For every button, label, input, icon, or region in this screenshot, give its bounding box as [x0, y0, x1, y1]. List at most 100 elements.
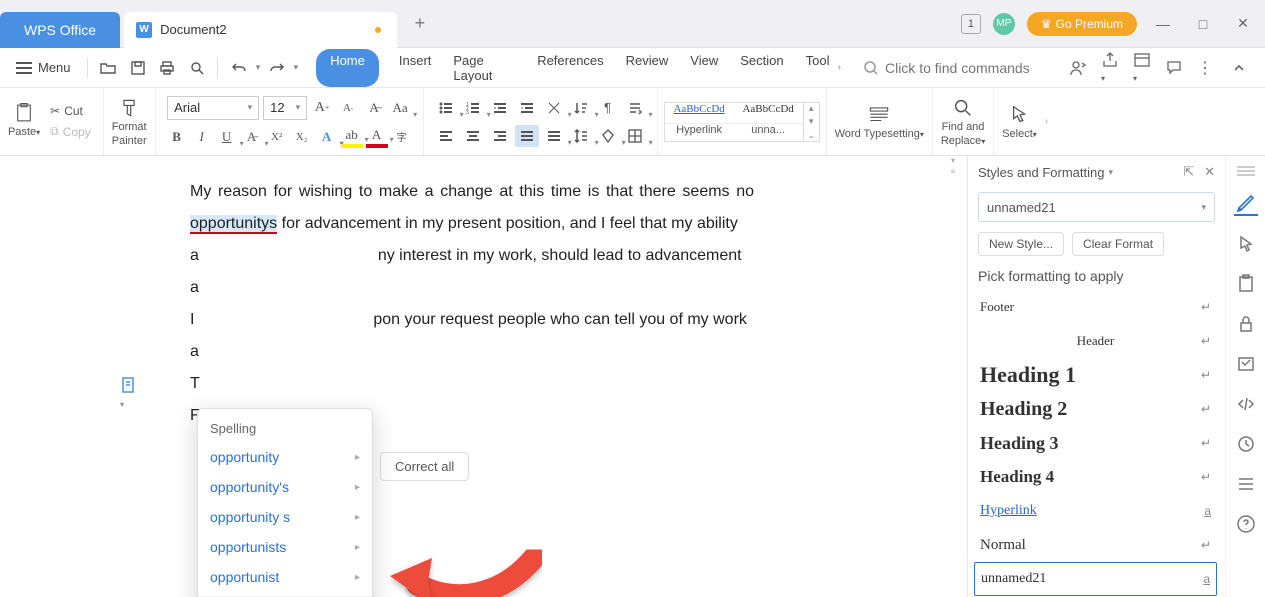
- tab-tools[interactable]: Tools: [804, 49, 830, 87]
- distribute-button[interactable]: [542, 125, 566, 147]
- tab-scroll-right[interactable]: ›: [834, 62, 845, 73]
- shading-button[interactable]: [596, 125, 620, 147]
- style-row-header[interactable]: Header↵: [974, 324, 1217, 358]
- bullets-button[interactable]: [434, 97, 458, 119]
- tab-home[interactable]: Home: [316, 49, 379, 87]
- style-row-heading4[interactable]: Heading 4↵: [974, 460, 1217, 494]
- maximize-button[interactable]: □: [1189, 10, 1217, 38]
- tab-section[interactable]: Section: [738, 49, 785, 87]
- more-icon[interactable]: ⋮: [1197, 58, 1213, 78]
- ribbon-scroll-right[interactable]: ›: [1045, 88, 1055, 155]
- tab-insert[interactable]: Insert: [397, 49, 434, 87]
- notification-badge[interactable]: 1: [961, 14, 981, 34]
- current-style-select[interactable]: unnamed21▾: [978, 192, 1215, 222]
- subscript-button[interactable]: X₂: [291, 126, 313, 148]
- rail-select-icon[interactable]: [1234, 232, 1258, 256]
- avatar[interactable]: MP: [993, 13, 1015, 35]
- style-row-heading3[interactable]: Heading 3↵: [974, 426, 1217, 460]
- suggestion-opportunist[interactable]: opportunist▸: [198, 562, 372, 592]
- paragraph-mark-button[interactable]: ¶: [596, 97, 620, 119]
- print-icon[interactable]: [154, 55, 179, 81]
- rail-styles-icon[interactable]: [1234, 192, 1258, 216]
- style-gallery[interactable]: AaBbCcDdAaBbCcDd Hyperlinkunna...: [664, 102, 804, 142]
- rail-history-icon[interactable]: [1234, 432, 1258, 456]
- command-search-input[interactable]: [885, 60, 1065, 76]
- rail-clipboard-icon[interactable]: [1234, 272, 1258, 296]
- rail-grip[interactable]: [1237, 166, 1255, 176]
- select-button[interactable]: Select▾: [1002, 104, 1037, 140]
- style-row-footer[interactable]: Footer↵: [974, 290, 1217, 324]
- undo-icon[interactable]: [226, 55, 251, 81]
- undo-dropdown[interactable]: ▾: [256, 62, 261, 73]
- tab-page-layout[interactable]: Page Layout: [451, 49, 517, 87]
- highlight-button[interactable]: ab: [341, 126, 363, 148]
- tab-review[interactable]: Review: [624, 49, 671, 87]
- decrease-indent-button[interactable]: [488, 97, 512, 119]
- word-typesetting-button[interactable]: Word Typesetting▾: [835, 104, 924, 140]
- correct-all-button[interactable]: Correct all: [380, 452, 469, 481]
- minimize-button[interactable]: —: [1149, 10, 1177, 38]
- document-tab[interactable]: W Document2: [124, 12, 396, 48]
- rail-code-icon[interactable]: [1234, 392, 1258, 416]
- sort-button[interactable]: [569, 97, 593, 119]
- style-row-unnamed21[interactable]: unnamed21a: [974, 562, 1217, 596]
- font-family-select[interactable]: Arial▾: [167, 96, 259, 120]
- bold-button[interactable]: B: [166, 126, 188, 148]
- style-gallery-scroll[interactable]: ▴▾⌄: [804, 102, 820, 142]
- document-page[interactable]: My reason for wishing to make a change a…: [72, 156, 872, 472]
- align-justify-button[interactable]: [515, 125, 539, 147]
- export-icon[interactable]: ▾: [1101, 51, 1119, 84]
- format-painter-button[interactable]: Format Painter: [112, 97, 147, 147]
- style-row-heading2[interactable]: Heading 2↵: [974, 392, 1217, 426]
- tab-references[interactable]: References: [535, 49, 605, 87]
- superscript-button[interactable]: X²: [266, 126, 288, 148]
- save-icon[interactable]: [125, 55, 150, 81]
- borders-button[interactable]: [623, 125, 647, 147]
- panel-title[interactable]: Styles and Formatting▾: [978, 165, 1113, 180]
- misspelled-word[interactable]: opportunitys: [190, 215, 277, 234]
- open-icon[interactable]: [96, 55, 121, 81]
- qat-customize[interactable]: ▾: [294, 62, 299, 73]
- numbering-button[interactable]: 123: [461, 97, 485, 119]
- text-effects-button[interactable]: A: [316, 126, 338, 148]
- phonetic-button[interactable]: 字: [391, 126, 413, 148]
- style-row-hyperlink[interactable]: Hyperlinka: [974, 494, 1217, 528]
- new-tab-button[interactable]: +: [407, 9, 434, 38]
- close-panel-icon[interactable]: ✕: [1204, 164, 1215, 180]
- copy-button[interactable]: ⧉Copy: [46, 122, 95, 141]
- clear-format-button[interactable]: Clear Format: [1072, 232, 1164, 256]
- align-left-button[interactable]: [434, 125, 458, 147]
- brand-tab[interactable]: WPS Office: [0, 12, 120, 48]
- suggestion-opportunitys-apos[interactable]: opportunity's▸: [198, 472, 372, 502]
- menu-button[interactable]: Menu: [8, 56, 79, 79]
- line-spacing-button[interactable]: [569, 125, 593, 147]
- user-share-icon[interactable]: [1069, 59, 1087, 77]
- style-row-heading1[interactable]: Heading 1↵: [974, 358, 1217, 392]
- shrink-font-icon[interactable]: A-: [337, 97, 359, 119]
- align-center-button[interactable]: [461, 125, 485, 147]
- find-replace-button[interactable]: Find and Replace▾: [941, 97, 985, 147]
- suggestion-opportunity[interactable]: opportunity▸: [198, 442, 372, 472]
- rail-lock-icon[interactable]: [1234, 312, 1258, 336]
- comment-icon[interactable]: [1165, 59, 1183, 77]
- asian-layout-button[interactable]: [542, 97, 566, 119]
- style-row-normal[interactable]: Normal↵: [974, 528, 1217, 562]
- close-button[interactable]: ✕: [1229, 10, 1257, 38]
- strikethrough-button[interactable]: A̵: [241, 126, 263, 148]
- rail-property-icon[interactable]: [1234, 352, 1258, 376]
- clear-format-icon[interactable]: A̶: [363, 97, 385, 119]
- layout-icon[interactable]: ▾: [1133, 51, 1151, 84]
- go-premium-button[interactable]: ♛ Go Premium: [1027, 12, 1137, 36]
- change-case-icon[interactable]: Aa: [389, 97, 411, 119]
- suggestion-opportunity-s[interactable]: opportunity s▸: [198, 502, 372, 532]
- rail-help-icon[interactable]: [1234, 512, 1258, 536]
- page-gutter-icon[interactable]: ▾: [120, 376, 138, 410]
- new-style-button[interactable]: New Style...: [978, 232, 1064, 256]
- suggestion-opportunists[interactable]: opportunists▸: [198, 532, 372, 562]
- cut-button[interactable]: ✂Cut: [46, 102, 95, 120]
- underline-button[interactable]: U: [216, 126, 238, 148]
- paste-button[interactable]: Paste▾: [8, 102, 40, 138]
- italic-button[interactable]: I: [191, 126, 213, 148]
- text-direction-button[interactable]: [623, 97, 647, 119]
- print-preview-icon[interactable]: [184, 55, 209, 81]
